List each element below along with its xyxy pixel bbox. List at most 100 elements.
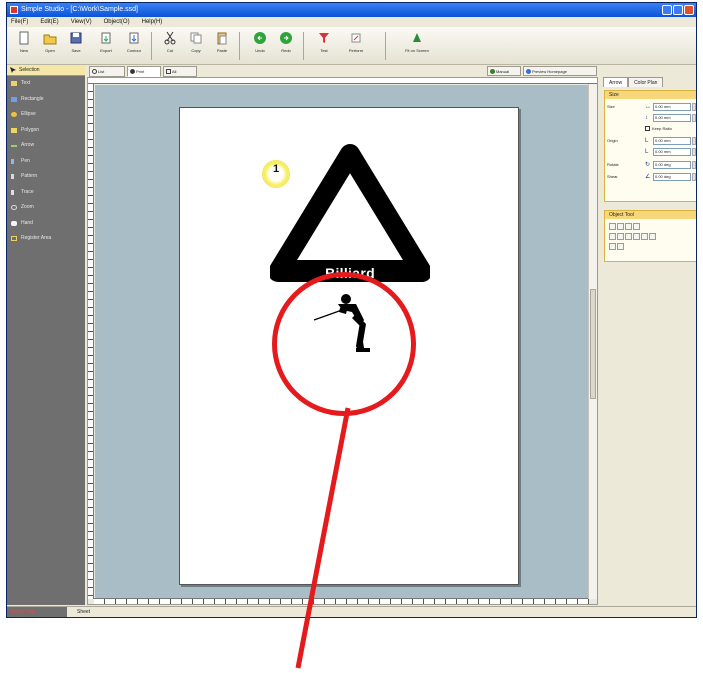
pattern-icon: [11, 174, 14, 179]
preview-homepage-button[interactable]: Preview Homepage: [523, 66, 597, 76]
list-icon: [92, 69, 97, 74]
tool-pane: Selection Text Rectangle Ellipse Polygon…: [7, 65, 85, 605]
tab-arrow[interactable]: Arrow: [603, 77, 629, 87]
undo-icon: [254, 32, 266, 44]
keep-ratio-checkbox[interactable]: [645, 126, 650, 131]
tool-arrow[interactable]: Arrow: [7, 138, 85, 154]
callout-circle: [272, 272, 416, 416]
tool-register-area[interactable]: Register Area: [7, 231, 85, 247]
manual-button[interactable]: Manual: [487, 66, 521, 76]
origin-y-input[interactable]: 0.00 mm: [653, 148, 691, 156]
shear-input[interactable]: 0.00 deg: [653, 173, 691, 181]
new-label: New: [19, 48, 28, 53]
perform-button[interactable]: Perform: [343, 29, 369, 63]
arrange-button[interactable]: [649, 233, 656, 240]
align-button[interactable]: [625, 223, 632, 230]
align-button[interactable]: [633, 223, 640, 230]
ellipse-icon: [11, 112, 17, 117]
height-spinner[interactable]: [692, 114, 696, 122]
save-button[interactable]: Save: [63, 29, 89, 63]
tool-pattern[interactable]: Pattern: [7, 169, 85, 185]
toolbar-separator: [151, 32, 152, 60]
test-button[interactable]: Test: [311, 29, 337, 63]
rotate-input[interactable]: 0.00 deg: [653, 161, 691, 169]
tool-pattern-label: Pattern: [21, 173, 38, 179]
tool-trace[interactable]: Trace: [7, 185, 85, 201]
width-label: Size: [607, 104, 615, 109]
vertical-scrollbar[interactable]: [588, 84, 597, 599]
scrollbar-thumb[interactable]: [590, 289, 596, 399]
origin-x-spinner[interactable]: [692, 137, 696, 145]
arrange-button[interactable]: [641, 233, 648, 240]
redo-button[interactable]: Redo: [273, 29, 299, 63]
origin-y-spinner[interactable]: [692, 148, 696, 156]
tool-text[interactable]: Text: [7, 76, 85, 92]
arrange-button[interactable]: [609, 233, 616, 240]
tab-print[interactable]: Print: [127, 66, 161, 77]
export-icon: [101, 32, 111, 44]
contour-button[interactable]: Contour: [121, 29, 147, 63]
cut-button[interactable]: Cut: [157, 29, 183, 63]
tool-ellipse[interactable]: Ellipse: [7, 107, 85, 123]
toolbar-separator: [385, 32, 386, 60]
menu-help[interactable]: Help(H): [142, 17, 163, 27]
size-group-header: Size: [605, 91, 696, 99]
toolbar: New Open Save Export Contour Cut Copy Pa…: [7, 27, 696, 65]
shear-spinner[interactable]: [692, 173, 696, 181]
toolbar-separator: [303, 32, 304, 60]
undo-button[interactable]: Undo: [247, 29, 273, 63]
window-title: Simple Studio - [C:\Work\Sample.ssd]: [21, 6, 138, 13]
tool-pen[interactable]: Pen: [7, 154, 85, 170]
tool-hand[interactable]: Hand: [7, 216, 85, 232]
status-bar: Ready (Alt) Sheet: [7, 606, 696, 617]
menu-view[interactable]: View(V): [71, 17, 92, 27]
group-button[interactable]: [609, 243, 616, 250]
tab-color-plan[interactable]: Color Plan: [628, 77, 664, 87]
tool-rectangle[interactable]: Rectangle: [7, 92, 85, 108]
all-icon: [166, 69, 171, 74]
copy-button[interactable]: Copy: [183, 29, 209, 63]
minimize-button[interactable]: [662, 5, 672, 15]
maximize-button[interactable]: [673, 5, 683, 15]
tab-list[interactable]: List: [89, 66, 125, 77]
origin-x-icon: L: [645, 138, 649, 144]
tool-rectangle-label: Rectangle: [21, 95, 44, 102]
rectangle-icon: [11, 96, 17, 102]
align-button[interactable]: [617, 223, 624, 230]
close-button[interactable]: [684, 5, 694, 15]
redo-icon: [280, 32, 292, 44]
arrange-button[interactable]: [617, 233, 624, 240]
tool-polygon[interactable]: Polygon: [7, 123, 85, 139]
height-input[interactable]: 0.00 mm: [653, 114, 691, 122]
menu-edit[interactable]: Edit(E): [40, 17, 58, 27]
open-button[interactable]: Open: [37, 29, 63, 63]
origin-x-input[interactable]: 0.00 mm: [653, 137, 691, 145]
width-input[interactable]: 0.00 mm: [653, 103, 691, 111]
tool-zoom[interactable]: Zoom: [7, 200, 85, 216]
paste-button[interactable]: Paste: [209, 29, 235, 63]
menu-object[interactable]: Object(O): [104, 17, 130, 27]
align-button[interactable]: [609, 223, 616, 230]
tool-selection[interactable]: Selection: [7, 65, 85, 76]
menu-file[interactable]: File(F): [11, 17, 28, 27]
fit-on-screen-button[interactable]: Fit on Screen: [399, 29, 435, 63]
funnel-icon: [319, 33, 329, 43]
rotate-spinner[interactable]: [692, 161, 696, 169]
copy-label: Copy: [191, 48, 201, 53]
group-button[interactable]: [617, 243, 624, 250]
width-spinner[interactable]: [692, 103, 696, 111]
export-label: Export: [100, 48, 112, 53]
tool-trace-label: Trace: [21, 188, 34, 195]
new-button[interactable]: New: [11, 29, 37, 63]
export-button[interactable]: Export: [93, 29, 119, 63]
arrange-button[interactable]: [625, 233, 632, 240]
save-label: Save: [71, 48, 81, 53]
tab-all[interactable]: All: [163, 66, 197, 77]
preview-homepage-label: Preview Homepage: [532, 69, 567, 74]
fit-on-screen-label: Fit on Screen: [405, 48, 429, 53]
tool-pen-label: Pen: [21, 157, 30, 164]
tool-polygon-label: Polygon: [21, 126, 40, 133]
scissors-icon: [164, 31, 176, 45]
arrow-icon: [11, 145, 17, 147]
arrange-button[interactable]: [633, 233, 640, 240]
